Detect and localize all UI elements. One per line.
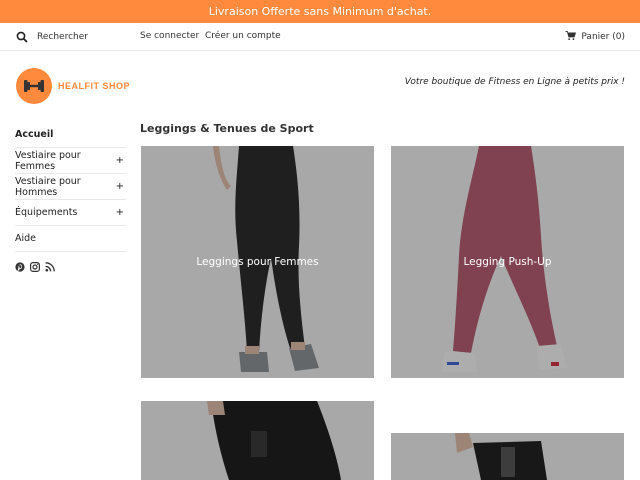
tagline: Votre boutique de Fitness en Ligne à pet… [404, 77, 625, 87]
dumbbell-icon [24, 80, 44, 92]
page-title: Leggings & Tenues de Sport [140, 122, 314, 135]
social-links [15, 262, 55, 272]
search-input[interactable] [37, 32, 127, 42]
top-bar: Se connecter Créer un compte Panier (0) [0, 23, 640, 51]
image-overlay [391, 433, 624, 480]
cart-icon [565, 30, 581, 44]
collection-title: Legging Push-Up [463, 256, 552, 268]
instagram-icon[interactable] [30, 262, 40, 272]
collection-card-leggings-femmes[interactable]: Leggings pour Femmes [141, 146, 374, 378]
sidebar-item-equipements[interactable]: Équipements + [15, 199, 126, 225]
pinterest-icon[interactable] [15, 262, 25, 272]
announcement-text: Livraison Offerte sans Minimum d'achat. [208, 5, 432, 18]
search-icon[interactable] [16, 28, 28, 47]
collection-card-3[interactable] [141, 401, 374, 480]
nav-divider [15, 251, 126, 252]
login-link[interactable]: Se connecter [140, 31, 199, 41]
sidebar-item-label: Aide [15, 233, 37, 244]
cart-link[interactable]: Panier (0) [565, 30, 625, 44]
search-form [16, 29, 127, 45]
sidebar-item-label: Équipements [15, 207, 78, 218]
cart-label: Panier (0) [581, 32, 625, 42]
sidebar-item-label: Accueil [15, 128, 54, 140]
collection-title: Leggings pour Femmes [196, 256, 319, 268]
sidebar-item-vestiaire-hommes[interactable]: Vestiaire pour Hommes + [15, 173, 126, 199]
logo[interactable] [16, 68, 52, 104]
expand-icon[interactable]: + [116, 207, 124, 218]
collection-card-4[interactable] [391, 433, 624, 480]
sidebar-item-label: Vestiaire pour Femmes [15, 149, 81, 172]
announcement-bar: Livraison Offerte sans Minimum d'achat. [0, 0, 640, 23]
brand-name[interactable]: HEALFIT SHOP [58, 81, 130, 91]
sidebar-item-aide[interactable]: Aide [15, 225, 126, 251]
expand-icon[interactable]: + [116, 155, 124, 166]
register-link[interactable]: Créer un compte [205, 31, 281, 41]
sidebar-item-accueil[interactable]: Accueil [15, 121, 126, 147]
sidebar-item-label: Vestiaire pour Hommes [15, 175, 81, 198]
image-overlay [141, 401, 374, 480]
sidebar-nav: Accueil Vestiaire pour Femmes + Vestiair… [15, 121, 126, 252]
rss-icon[interactable] [45, 262, 55, 272]
collection-card-legging-push-up[interactable]: Legging Push-Up [391, 146, 624, 378]
sidebar-item-vestiaire-femmes[interactable]: Vestiaire pour Femmes + [15, 147, 126, 173]
expand-icon[interactable]: + [116, 181, 124, 192]
